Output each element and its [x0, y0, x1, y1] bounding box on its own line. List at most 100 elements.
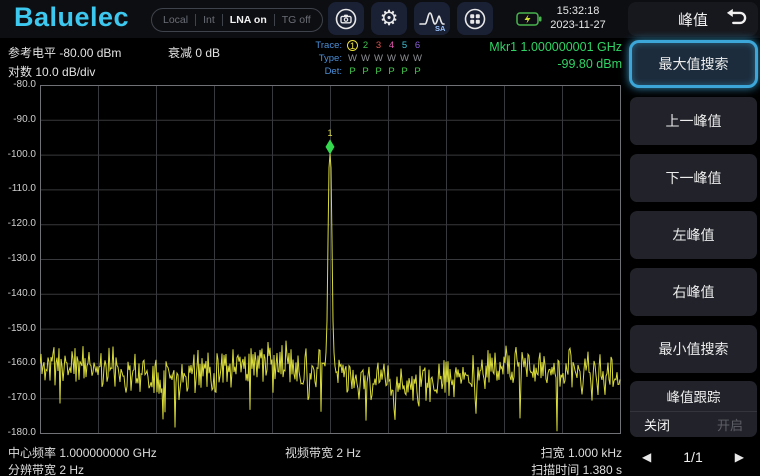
- center-freq-readout[interactable]: 中心频率 1.000000000 GHz: [8, 444, 157, 461]
- trace-number: 4: [385, 40, 398, 51]
- button-right-peak[interactable]: 右峰值: [630, 268, 757, 316]
- peak-track-label: 峰值跟踪: [630, 381, 757, 411]
- sa-mode-button[interactable]: SA: [414, 2, 450, 35]
- peak-track-off-option[interactable]: 关闭: [644, 415, 670, 434]
- span-readout[interactable]: 扫宽 1.000 kHz: [541, 444, 622, 461]
- y-axis-tick: -130.0: [0, 253, 36, 264]
- ref-level-readout[interactable]: 参考电平 -80.00 dBm: [8, 44, 121, 61]
- peak-track-options: 关闭 开启: [630, 411, 757, 437]
- back-icon: [725, 7, 747, 32]
- trace-type-row: Type: WWWWWW: [300, 52, 430, 65]
- trace-number: 6: [411, 40, 424, 51]
- vbw-readout[interactable]: 视频带宽 2 Hz: [285, 444, 361, 461]
- y-axis-tick: -90.0: [0, 114, 36, 125]
- trace-number: 2: [359, 40, 372, 51]
- type-row-label: Type:: [300, 53, 342, 64]
- panel-title: 峰值: [678, 9, 708, 30]
- trace-row-label: Trace:: [300, 40, 342, 51]
- trace-number: 1: [347, 40, 358, 51]
- y-axis-tick: -170.0: [0, 392, 36, 403]
- span-label: 扫宽: [541, 446, 565, 460]
- rbw-label: 分辨带宽: [8, 463, 56, 476]
- battery-icon: [516, 12, 542, 26]
- trace-detectors: PPPPPP: [346, 66, 424, 77]
- trace-types: WWWWWW: [346, 53, 424, 64]
- legend-value: W: [346, 53, 359, 64]
- date-text: 2023-11-27: [540, 18, 616, 32]
- y-axis-tick: -150.0: [0, 323, 36, 334]
- trace-numbers: 123456: [346, 40, 424, 51]
- y-axis-tick: -120.0: [0, 218, 36, 229]
- scale-value: 10.0 dB/div: [35, 65, 95, 79]
- marker-readout: Mkr1 1.000000001 GHz -99.80 dBm: [489, 39, 622, 73]
- legend-value: W: [398, 53, 411, 64]
- legend-value: P: [385, 66, 398, 77]
- sa-mode-icon: SA: [418, 6, 446, 32]
- button-min-search[interactable]: 最小值搜索: [630, 325, 757, 373]
- det-row-label: Det:: [300, 66, 342, 77]
- rbw-readout[interactable]: 分辨带宽 2 Hz: [8, 461, 84, 476]
- ref-level-value: -80.00 dBm: [59, 46, 121, 60]
- peak-track-on-option[interactable]: 开启: [717, 415, 743, 434]
- panel-header: 峰值: [628, 2, 758, 36]
- span-value: 1.000 kHz: [568, 446, 622, 460]
- settings-gear-icon: ⚙: [380, 8, 399, 29]
- marker-frequency: Mkr1 1.000000001 GHz: [489, 39, 622, 56]
- next-page-icon[interactable]: ▶: [735, 450, 744, 464]
- legend-value: W: [359, 53, 372, 64]
- pill-item-lna[interactable]: LNA on: [223, 14, 274, 26]
- legend-value: W: [385, 53, 398, 64]
- vbw-value: 2 Hz: [336, 446, 361, 460]
- time-text: 15:32:18: [540, 4, 616, 18]
- legend-value: P: [411, 66, 424, 77]
- back-button[interactable]: [724, 7, 748, 31]
- button-left-peak[interactable]: 左峰值: [630, 211, 757, 259]
- pill-item-local[interactable]: Local: [156, 14, 195, 26]
- sweep-time-readout: 扫描时间 1.380 s: [531, 461, 622, 476]
- center-freq-label: 中心频率: [8, 446, 56, 460]
- pill-item-int[interactable]: Int: [196, 14, 222, 26]
- trace-number-row: Trace: 123456: [300, 39, 430, 52]
- button-prev-peak[interactable]: 上一峰值: [630, 97, 757, 145]
- brand-logo: Baluelec: [14, 2, 129, 33]
- page-navigation: ◀ 1/1 ▶: [628, 444, 758, 470]
- scale-label: 对数: [8, 65, 32, 79]
- y-axis-tick: -180.0: [0, 427, 36, 438]
- legend-value: W: [372, 53, 385, 64]
- scale-readout[interactable]: 对数 10.0 dB/div: [8, 63, 95, 80]
- attenuation-label: 衰减: [168, 46, 192, 60]
- legend-value: P: [346, 66, 359, 77]
- trace-number: 3: [372, 40, 385, 51]
- ref-level-label: 参考电平: [8, 46, 56, 60]
- screenshot-button[interactable]: [328, 2, 364, 35]
- y-axis-tick: -100.0: [0, 149, 36, 160]
- y-axis-tick: -140.0: [0, 288, 36, 299]
- trace-legend[interactable]: Trace: 123456 Type: WWWWWW Det: PPPPPP: [300, 39, 430, 78]
- spectrum-analyzer-screen: Baluelec Local Int LNA on TG off ⚙: [0, 0, 760, 476]
- attenuation-readout[interactable]: 衰减 0 dB: [168, 44, 220, 61]
- marker-amplitude: -99.80 dBm: [489, 56, 622, 73]
- button-max-search[interactable]: 最大值搜索: [629, 40, 758, 88]
- settings-button[interactable]: ⚙: [371, 2, 407, 35]
- apps-grid-icon: [463, 7, 487, 31]
- marker-diamond-icon[interactable]: [326, 139, 335, 154]
- sweep-time-label: 扫描时间: [531, 463, 579, 476]
- trace-det-row: Det: PPPPPP: [300, 65, 430, 78]
- legend-value: P: [359, 66, 372, 77]
- button-next-peak[interactable]: 下一峰值: [630, 154, 757, 202]
- svg-text:SA: SA: [435, 24, 446, 32]
- spectrum-plot[interactable]: 1: [40, 85, 621, 434]
- peak-track-toggle-card: 峰值跟踪 关闭 开启: [630, 381, 757, 437]
- camera-icon: [334, 7, 358, 31]
- trace-number: 5: [398, 40, 411, 51]
- y-axis-tick: -80.0: [0, 79, 36, 90]
- sweep-time-value: 1.380 s: [583, 463, 622, 476]
- prev-page-icon[interactable]: ◀: [642, 450, 651, 464]
- pill-item-tg[interactable]: TG off: [275, 14, 318, 26]
- legend-value: W: [411, 53, 424, 64]
- center-freq-value: 1.000000000 GHz: [59, 446, 156, 460]
- apps-button[interactable]: [457, 2, 493, 35]
- rbw-value: 2 Hz: [59, 463, 84, 476]
- attenuation-value: 0 dB: [195, 46, 220, 60]
- y-axis-tick: -110.0: [0, 183, 36, 194]
